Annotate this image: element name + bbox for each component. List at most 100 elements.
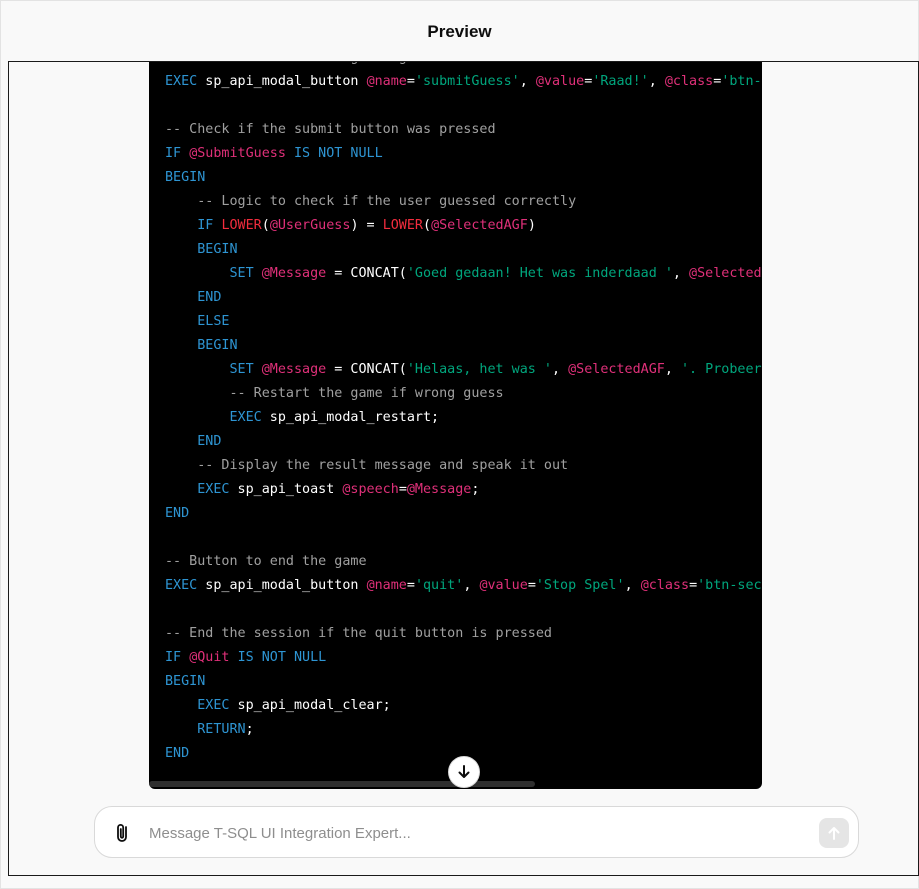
code-line: EXEC sp_api_toast @speech=@Message;: [165, 478, 762, 502]
code-token: IS NOT NULL: [294, 146, 383, 161]
code-token: 'Stop Spel': [535, 578, 625, 593]
code-token: sp_api_toast: [229, 482, 343, 497]
code-token: -- End the session if the quit button is…: [165, 626, 552, 641]
code-line: -- End the session if the quit button is…: [165, 622, 762, 646]
code-line: BEGIN: [165, 334, 762, 358]
code-line: EXEC sp_api_modal_button @name='submitGu…: [165, 70, 762, 94]
attach-button[interactable]: [111, 821, 135, 845]
code-token: BEGIN: [197, 242, 238, 257]
code-line: END: [165, 502, 762, 526]
code-line: -- Restart the game if wrong guess: [165, 382, 762, 406]
code-line: BEGIN: [165, 670, 762, 694]
code-token: END: [197, 290, 222, 305]
code-token: IF: [165, 650, 182, 665]
code-token: -- Button to end the game: [165, 554, 367, 569]
code-token: sp_api_modal_button: [197, 578, 367, 593]
code-token: @Message: [261, 362, 327, 377]
code-line: BEGIN: [165, 238, 762, 262]
code-token: ;: [471, 482, 480, 497]
code-line: -- Check if the submit button was presse…: [165, 118, 762, 142]
code-line: SET @Message = CONCAT('Helaas, het was '…: [165, 358, 762, 382]
code-token: BEGIN: [165, 674, 206, 689]
code-token: ELSE: [197, 314, 230, 329]
code-token: END: [197, 434, 222, 449]
page-title: Preview: [427, 22, 492, 41]
code-token: @SubmitGuess: [189, 146, 286, 161]
code-token: 'submitGuess': [414, 74, 520, 89]
code-token: ,: [519, 74, 536, 89]
code-token: 'quit': [414, 578, 464, 593]
code-token: EXEC: [197, 698, 230, 713]
code-token: ,: [672, 266, 690, 281]
send-button[interactable]: [819, 818, 849, 848]
code-token: @value: [479, 578, 528, 593]
code-token: @name: [366, 578, 407, 593]
code-token: ): [527, 218, 536, 233]
code-token: (: [261, 218, 270, 233]
code-line: IF @SubmitGuess IS NOT NULL: [165, 142, 762, 166]
code-line: EXEC sp_api_modal_clear;: [165, 694, 762, 718]
code-token: SET: [229, 266, 254, 281]
code-line: -- Display the result message and speak …: [165, 454, 762, 478]
code-token: -- Logic to check if the user guessed co…: [197, 194, 577, 209]
code-line: -- Logic to check if the user guessed co…: [165, 190, 762, 214]
code-token: EXEC: [165, 74, 198, 89]
code-token: @class: [664, 74, 714, 89]
code-token: EXEC: [229, 410, 262, 425]
code-token: @SelectedAGF: [431, 218, 528, 233]
code-token: RETURN: [197, 722, 246, 737]
code-token: SET: [229, 362, 254, 377]
scroll-down-button[interactable]: [448, 756, 480, 788]
code-token: '. Probeer het opnieuw!': [681, 362, 762, 377]
code-token: @class: [640, 578, 690, 593]
code-token: ,: [664, 362, 681, 377]
code-line: END: [165, 286, 762, 310]
code-token: =: [406, 74, 415, 89]
code-token: =: [689, 578, 698, 593]
code-token: 'Raad!': [592, 74, 649, 89]
message-input[interactable]: [149, 819, 789, 847]
code-token: =: [527, 578, 536, 593]
code-token: @Message: [261, 266, 327, 281]
code-token: @speech: [342, 482, 399, 497]
code-line: SET @Message = CONCAT('Goed gedaan! Het …: [165, 262, 763, 286]
code-block: -- Button for submitting the guess EXEC s…: [149, 62, 762, 789]
code-token: ,: [648, 74, 665, 89]
code-token: sp_api_modal_button: [197, 74, 367, 89]
code-token: (: [423, 218, 432, 233]
code-token: @SelectedAGF: [568, 362, 665, 377]
code-line: ELSE: [165, 310, 762, 334]
code-token: BEGIN: [165, 170, 206, 185]
preview-frame: -- Button for submitting the guess EXEC s…: [8, 61, 919, 876]
code-line: EXEC sp_api_modal_button @name='quit', @…: [165, 574, 762, 598]
code-token: sp_api_modal_restart;: [261, 410, 440, 425]
code-token: =: [398, 482, 407, 497]
code-token: 'btn-secondary': [697, 578, 762, 593]
code-token: IF: [197, 218, 214, 233]
code-token: LOWER: [221, 218, 262, 233]
arrow-up-icon: [828, 827, 840, 840]
code-token: 'btn-primary': [721, 74, 762, 89]
code-token: END: [165, 506, 190, 521]
horizontal-scrollbar[interactable]: [149, 781, 535, 787]
code-line: IF @Quit IS NOT NULL: [165, 646, 762, 670]
code-token: @value: [535, 74, 585, 89]
arrow-down-icon: [458, 765, 470, 778]
code-token: @name: [366, 74, 407, 89]
code-token: ,: [624, 578, 641, 593]
